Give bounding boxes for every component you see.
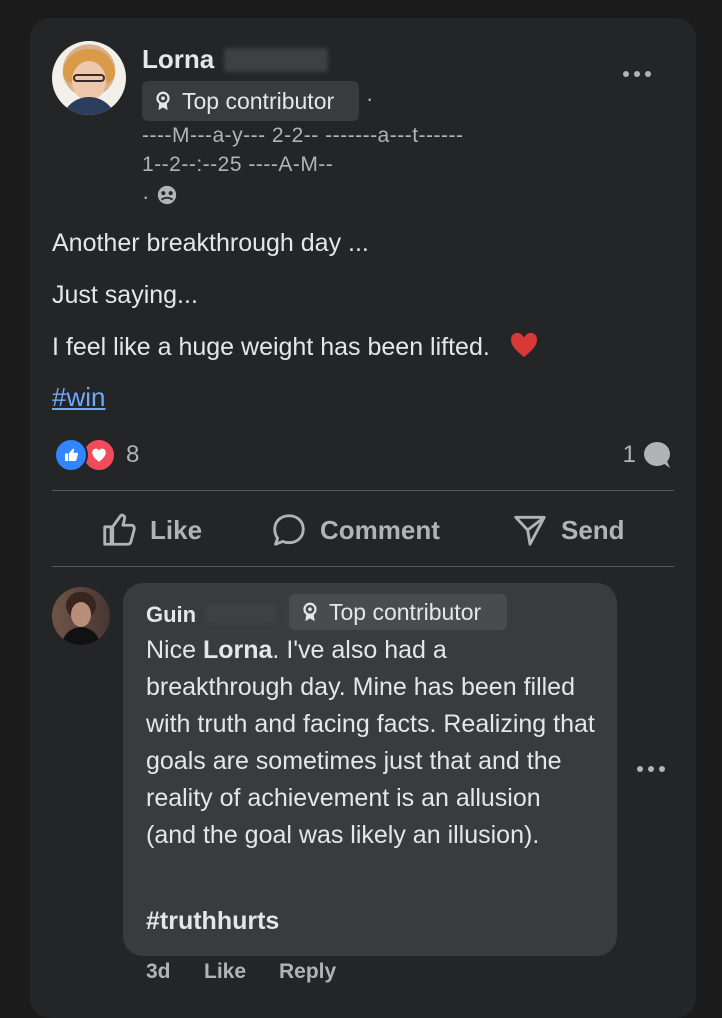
comment-mention[interactable]: Lorna: [203, 636, 272, 664]
comment-time: 3d: [146, 960, 171, 983]
redacted-surname: [224, 48, 328, 72]
comment-label: Comment: [320, 514, 440, 545]
comment-author-name[interactable]: Guin: [146, 602, 196, 628]
comment-count[interactable]: 1: [623, 441, 672, 469]
visibility-icon: [157, 185, 177, 205]
post-text-line-2: Just saying...: [52, 281, 198, 309]
commenter-badge-label: Top contributor: [329, 598, 482, 625]
separator-dot: ·: [366, 86, 374, 111]
reaction-summary[interactable]: 8: [54, 438, 139, 472]
comment-bubble: Guin Top contributor Nice Lorna. I've al…: [123, 583, 617, 956]
comment-button[interactable]: Comment: [270, 509, 440, 551]
top-contributor-badge: Top contributor: [142, 81, 359, 121]
thumbs-up-icon: [103, 513, 136, 546]
like-button[interactable]: Like: [100, 509, 202, 551]
comment-text-body: . I've also had a breakthrough day. Mine…: [146, 636, 595, 849]
comment-text: Nice Lorna. I've also had a breakthrough…: [146, 632, 596, 854]
divider-top: [52, 490, 674, 491]
badge-label: Top contributor: [182, 87, 335, 114]
badge-icon: [303, 602, 317, 622]
send-label: Send: [561, 514, 625, 545]
comment-reply-button[interactable]: Reply: [279, 960, 336, 984]
like-reaction-icon: [54, 438, 88, 472]
post-text-line-1: Another breakthrough day ...: [52, 229, 369, 257]
send-button[interactable]: Send: [511, 509, 625, 551]
commenter-top-contributor-badge: Top contributor: [289, 594, 507, 630]
post-text-line-3: I feel like a huge weight has been lifte…: [52, 333, 490, 361]
badge-icon: [156, 91, 170, 111]
post-text-line-3-container: I feel like a huge weight has been lifte…: [52, 332, 539, 362]
post-hashtag-link[interactable]: #win: [52, 382, 105, 413]
post-date-line-1: ----M---a-y--- 2-2-- -------a---t------: [142, 124, 464, 147]
reaction-count: 8: [126, 441, 140, 468]
separator-dot: ·: [142, 184, 150, 209]
author-name[interactable]: Lorna: [142, 44, 214, 75]
comment-hashtag-link[interactable]: #truthhurts: [146, 907, 279, 936]
comment-like-button[interactable]: Like: [204, 960, 246, 984]
author-avatar[interactable]: [52, 41, 126, 115]
speech-bubble-icon: [273, 514, 305, 546]
post-date-line-2: 1--2--:--25 ----A-M--: [142, 153, 334, 176]
send-icon: [514, 515, 546, 546]
comment-text-prefix: Nice: [146, 636, 203, 664]
redacted-commenter-surname: [205, 604, 277, 624]
divider-bottom: [52, 566, 674, 567]
like-label: Like: [150, 514, 203, 545]
heart-icon: [510, 332, 537, 358]
comment-more-options-icon[interactable]: [634, 760, 668, 778]
commenter-avatar[interactable]: [52, 587, 110, 645]
comment-count-value: 1: [622, 441, 636, 468]
post-card: Lorna Top contributor · ----M---a-y--- 2…: [30, 18, 696, 1018]
more-options-icon[interactable]: [620, 65, 654, 83]
comment-count-icon: [644, 442, 670, 468]
